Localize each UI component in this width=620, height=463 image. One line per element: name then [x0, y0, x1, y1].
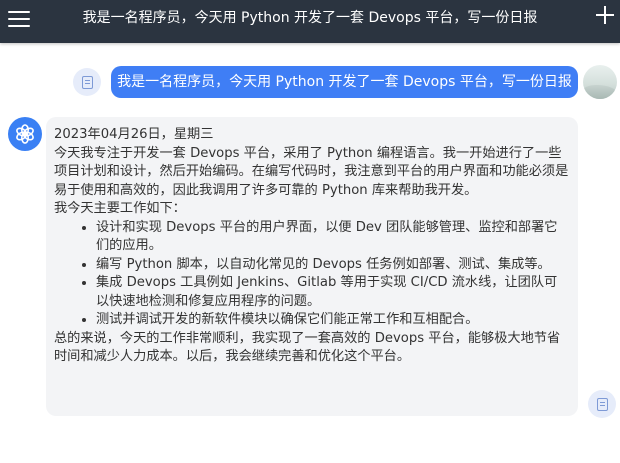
- user-avatar[interactable]: [583, 65, 617, 99]
- task-item: 编写 Python 脚本，以自动化常见的 Devops 任务例如部署、测试、集成…: [96, 256, 570, 275]
- chat-title: 我是一名程序员，今天用 Python 开发了一套 Devops 平台，写一份日报: [82, 10, 538, 26]
- work-heading: 我今天主要工作如下：: [54, 201, 186, 216]
- hamburger-menu-icon[interactable]: [8, 10, 30, 30]
- top-bar: 我是一名程序员，今天用 Python 开发了一套 Devops 平台，写一份日报: [0, 0, 620, 43]
- copy-user-message-button[interactable]: [73, 68, 101, 96]
- task-item: 设计和实现 Devops 平台的用户界面，以便 Dev 团队能够管理、监控和部署…: [96, 219, 570, 256]
- task-item: 集成 Devops 工具例如 Jenkins、Gitlab 等用于实现 CI/C…: [96, 274, 570, 311]
- task-list: 设计和实现 Devops 平台的用户界面，以便 Dev 团队能够管理、监控和部署…: [54, 219, 570, 330]
- user-message-bubble: 我是一名程序员，今天用 Python 开发了一套 Devops 平台，写一份日报: [111, 66, 578, 98]
- bot-message-bubble: 2023年04月26日，星期三 今天我专注于开发一套 Devops 平台，采用了…: [46, 117, 578, 416]
- report-summary: 总的来说，今天的工作非常顺利，我实现了一套高效的 Devops 平台，能够极大地…: [54, 330, 561, 365]
- bot-avatar: [8, 117, 42, 151]
- openai-logo-icon: [16, 124, 34, 144]
- copy-icon: [79, 73, 93, 89]
- copy-icon: [594, 395, 608, 411]
- report-intro: 今天我专注于开发一套 Devops 平台，采用了 Python 编程语言。我一开…: [54, 145, 569, 198]
- copy-bot-message-button[interactable]: [588, 390, 616, 418]
- report-date: 2023年04月26日，星期三: [54, 127, 214, 142]
- plus-icon[interactable]: [596, 6, 614, 24]
- task-item: 测试并调试开发的新软件模块以确保它们能正常工作和互相配合。: [96, 311, 570, 330]
